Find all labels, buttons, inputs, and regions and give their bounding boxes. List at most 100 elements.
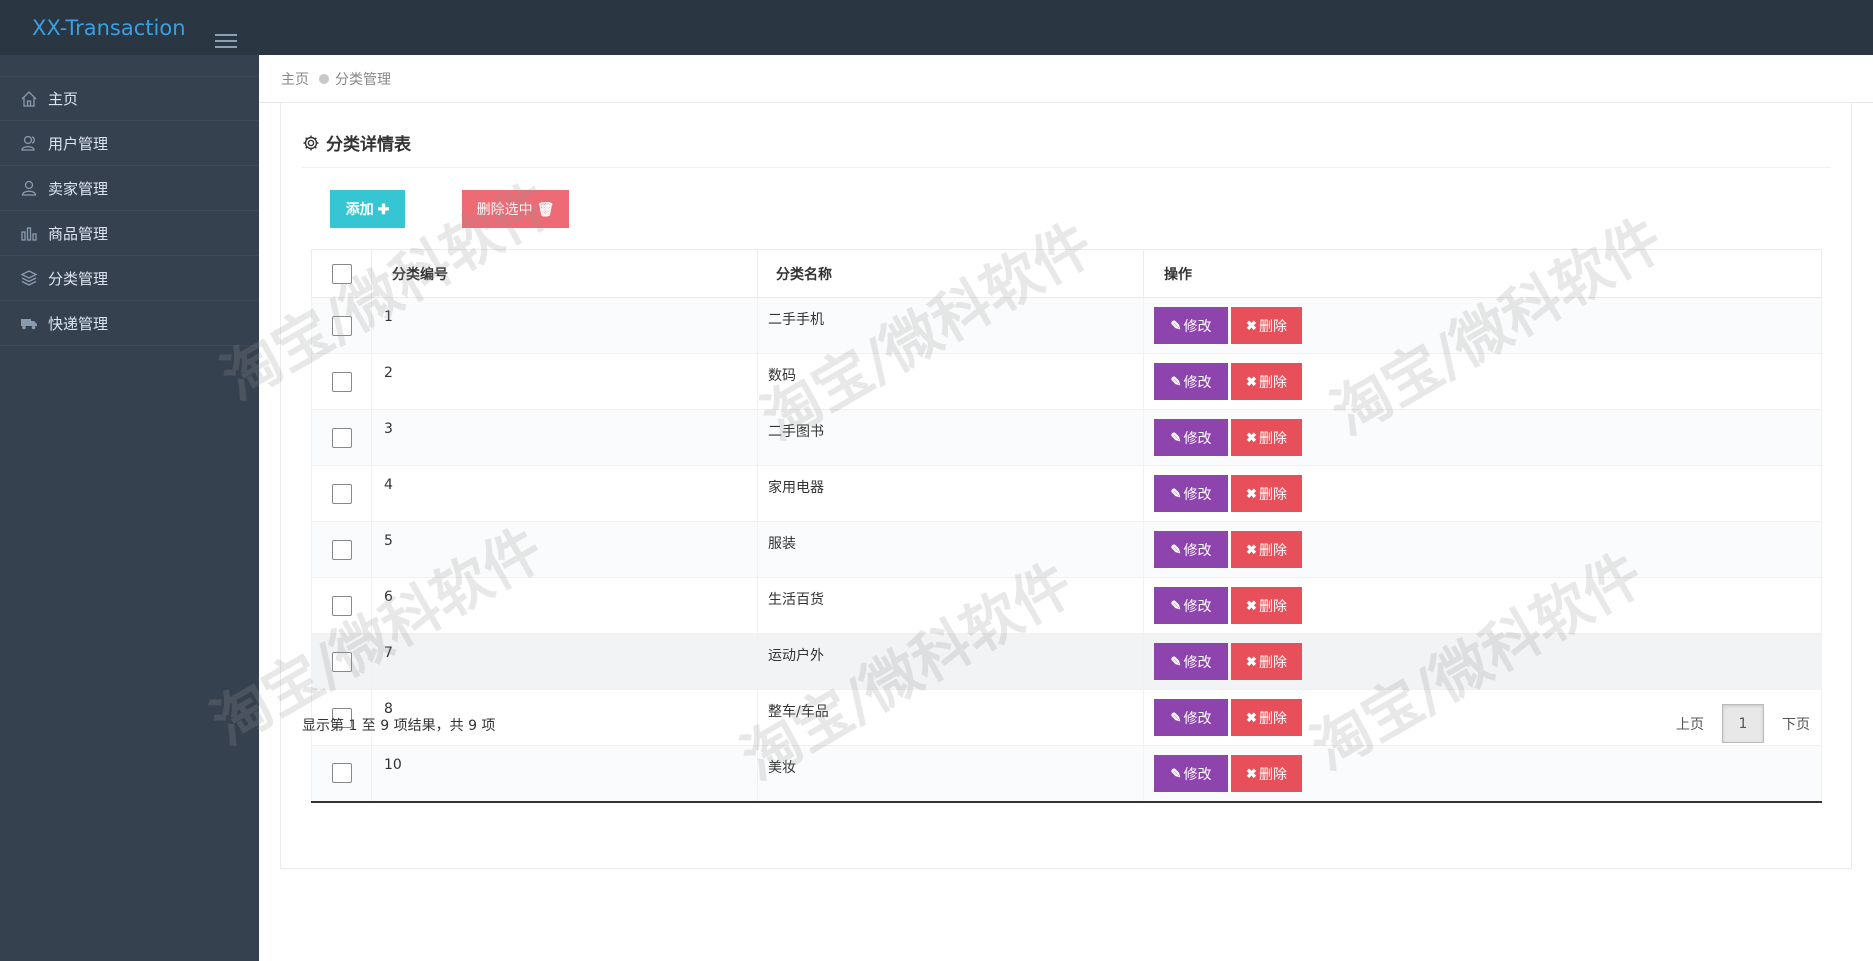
- sidebar-item-products[interactable]: 商品管理: [0, 211, 259, 256]
- pagination-info: 显示第 1 至 9 项结果，共 9 项: [302, 718, 496, 734]
- row-actions: ✎ 修改 ✖ 删除: [1143, 745, 1822, 803]
- row-checkbox[interactable]: [331, 371, 352, 392]
- brand-area: XX-Transaction: [0, 0, 259, 55]
- category-panel: 分类详情表 添加 ✚ 删除选中 🗑 分类编号 分类名称 操作 1 二手手机 ✎ 修改 ✖…: [280, 102, 1852, 869]
- sidebar-item-label: 商品管理: [48, 224, 109, 243]
- table-row: 2 数码 ✎ 修改 ✖ 删除: [311, 353, 1822, 410]
- trash-icon: 🗑: [536, 200, 555, 217]
- category-name: 美妆: [757, 745, 1144, 803]
- panel-divider: [302, 167, 1831, 168]
- menu-toggle-icon[interactable]: [215, 34, 237, 50]
- row-actions: ✎ 修改 ✖ 删除: [1143, 633, 1822, 690]
- edit-icon: ✎: [1170, 597, 1182, 613]
- category-id: 4: [371, 465, 758, 522]
- delete-button[interactable]: ✖ 删除: [1231, 643, 1302, 680]
- edit-icon: ✎: [1170, 373, 1182, 389]
- edit-button[interactable]: ✎ 修改: [1154, 699, 1228, 736]
- close-icon: ✖: [1246, 429, 1257, 445]
- row-select-cell: [311, 409, 372, 466]
- edit-button[interactable]: ✎ 修改: [1154, 587, 1228, 624]
- category-id: 5: [371, 521, 758, 578]
- delete-button-label: 删除: [1258, 765, 1287, 782]
- app-title[interactable]: XX-Transaction: [32, 16, 186, 40]
- breadcrumb-home[interactable]: 主页: [281, 69, 309, 89]
- select-all-checkbox[interactable]: [331, 263, 352, 284]
- header-id[interactable]: 分类编号: [371, 249, 758, 298]
- main-content: 主页 分类管理 分类详情表 添加 ✚ 删除选中 🗑 分类编号 分类名称 操作 1…: [259, 55, 1873, 961]
- category-id: 1: [371, 297, 758, 354]
- table-row: 7 运动户外 ✎ 修改 ✖ 删除: [311, 633, 1822, 690]
- edit-button[interactable]: ✎ 修改: [1154, 307, 1228, 344]
- row-checkbox[interactable]: [331, 763, 352, 784]
- sidebar-item-express[interactable]: 快递管理: [0, 301, 259, 346]
- pagination: 上页 1 下页: [1666, 704, 1820, 743]
- row-select-cell: [311, 577, 372, 634]
- sidebar-item-label: 用户管理: [48, 134, 109, 153]
- delete-button[interactable]: ✖ 删除: [1231, 699, 1302, 736]
- next-page-button[interactable]: 下页: [1772, 714, 1820, 734]
- edit-icon: ✎: [1170, 485, 1182, 501]
- sidebar-item-users[interactable]: 用户管理: [0, 121, 259, 166]
- edit-button[interactable]: ✎ 修改: [1154, 755, 1228, 792]
- close-icon: ✖: [1246, 765, 1257, 781]
- delete-button[interactable]: ✖ 删除: [1231, 587, 1302, 624]
- category-table: 分类编号 分类名称 操作 1 二手手机 ✎ 修改 ✖ 删除 2 数码 ✎ 修改 ✖ 删除 3 二手图书 ✎ 修…: [311, 249, 1822, 803]
- edit-button[interactable]: ✎ 修改: [1154, 475, 1228, 512]
- user-icon: [20, 179, 38, 197]
- delete-button[interactable]: ✖ 删除: [1231, 419, 1302, 456]
- delete-button[interactable]: ✖ 删除: [1231, 755, 1302, 792]
- sidebar-menu: 主页 用户管理 卖家管理 商品管理 分类管理 快递管理: [0, 55, 259, 346]
- delete-button-label: 删除: [1258, 653, 1287, 670]
- table-header-row: 分类编号 分类名称 操作: [311, 249, 1822, 298]
- delete-selected-button[interactable]: 删除选中 🗑: [462, 190, 569, 228]
- category-name: 二手图书: [757, 409, 1144, 466]
- row-checkbox[interactable]: [331, 595, 352, 616]
- category-name: 运动户外: [757, 633, 1144, 690]
- category-id: 2: [371, 353, 758, 410]
- table-row: 6 生活百货 ✎ 修改 ✖ 删除: [311, 577, 1822, 634]
- edit-icon: ✎: [1170, 765, 1182, 781]
- row-checkbox[interactable]: [331, 651, 352, 672]
- edit-button[interactable]: ✎ 修改: [1154, 363, 1228, 400]
- close-icon: ✖: [1246, 317, 1257, 333]
- delete-button[interactable]: ✖ 删除: [1231, 531, 1302, 568]
- delete-button[interactable]: ✖ 删除: [1231, 475, 1302, 512]
- edit-button[interactable]: ✎ 修改: [1154, 643, 1228, 680]
- table-row: 5 服装 ✎ 修改 ✖ 删除: [311, 521, 1822, 578]
- delete-button-label: 删除: [1258, 429, 1287, 446]
- table-row: 1 二手手机 ✎ 修改 ✖ 删除: [311, 297, 1822, 354]
- category-name: 服装: [757, 521, 1144, 578]
- sidebar-item-label: 卖家管理: [48, 179, 109, 198]
- edit-button-label: 修改: [1183, 317, 1212, 334]
- table-row: 8 整车/车品 ✎ 修改 ✖ 删除: [311, 689, 1822, 746]
- header-name[interactable]: 分类名称: [757, 249, 1144, 298]
- edit-button[interactable]: ✎ 修改: [1154, 419, 1228, 456]
- top-bar: XX-Transaction: [0, 0, 1873, 55]
- row-checkbox[interactable]: [331, 483, 352, 504]
- edit-button-label: 修改: [1183, 541, 1212, 558]
- prev-page-button[interactable]: 上页: [1666, 714, 1714, 734]
- delete-button[interactable]: ✖ 删除: [1231, 363, 1302, 400]
- row-select-cell: [311, 521, 372, 578]
- row-checkbox[interactable]: [331, 427, 352, 448]
- table-row: 3 二手图书 ✎ 修改 ✖ 删除: [311, 409, 1822, 466]
- row-actions: ✎ 修改 ✖ 删除: [1143, 521, 1822, 578]
- delete-button[interactable]: ✖ 删除: [1231, 307, 1302, 344]
- category-id: 10: [371, 745, 758, 803]
- header-ops: 操作: [1143, 249, 1822, 298]
- row-checkbox[interactable]: [331, 539, 352, 560]
- sidebar-item-categories[interactable]: 分类管理: [0, 256, 259, 301]
- sidebar: 主页 用户管理 卖家管理 商品管理 分类管理 快递管理: [0, 55, 259, 961]
- edit-button[interactable]: ✎ 修改: [1154, 531, 1228, 568]
- sidebar-item-sellers[interactable]: 卖家管理: [0, 166, 259, 211]
- close-icon: ✖: [1246, 709, 1257, 725]
- current-page-button[interactable]: 1: [1722, 704, 1764, 743]
- row-select-cell: [311, 745, 372, 803]
- add-button[interactable]: 添加 ✚: [330, 190, 405, 228]
- sidebar-item-home[interactable]: 主页: [0, 76, 259, 121]
- category-name: 数码: [757, 353, 1144, 410]
- edit-button-label: 修改: [1183, 429, 1212, 446]
- sidebar-item-label: 分类管理: [48, 269, 109, 288]
- table-row: 10 美妆 ✎ 修改 ✖ 删除: [311, 745, 1822, 803]
- row-checkbox[interactable]: [331, 315, 352, 336]
